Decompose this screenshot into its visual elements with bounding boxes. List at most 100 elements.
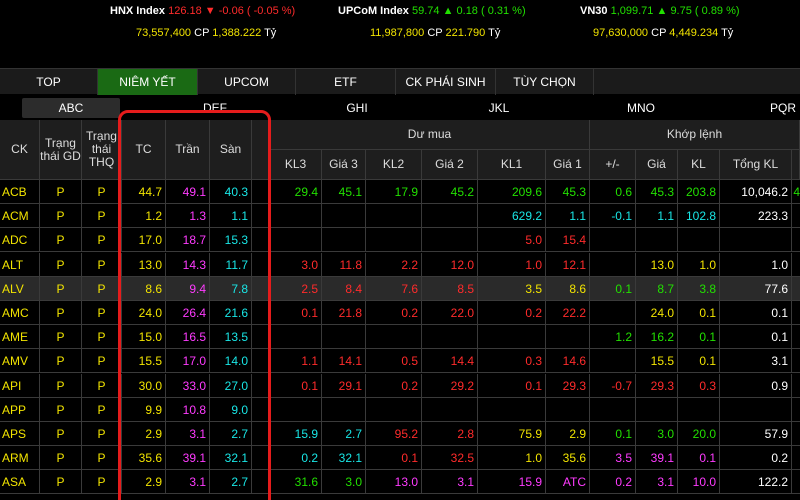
cell-kl1[interactable]: 629.2 [478, 204, 546, 229]
cell-ck[interactable]: APS [0, 422, 40, 446]
cell-ck[interactable]: ASA [0, 470, 40, 495]
cell-kl3[interactable]: 0.1 [270, 301, 322, 325]
cell-kl3[interactable] [270, 325, 322, 350]
cell-kl3[interactable]: 29.4 [270, 180, 322, 204]
cell-gia2[interactable]: 45.2 [422, 180, 478, 204]
cell-gia2[interactable]: 29.2 [422, 373, 478, 398]
tab-tuy-chon[interactable]: TÙY CHỌN [496, 69, 594, 95]
cell-kl2[interactable] [366, 325, 422, 350]
table-row[interactable]: AME P P 15.0 16.5 13.5 1.2 16.2 0.1 0.1 [0, 325, 800, 350]
cell-gia1[interactable]: 45.3 [546, 180, 590, 204]
cell-gia2[interactable]: 32.5 [422, 446, 478, 471]
cell-ck[interactable]: AMC [0, 301, 40, 325]
cell-kl1[interactable]: 3.5 [478, 276, 546, 301]
cell-kl3[interactable] [270, 228, 322, 253]
cell-kl3[interactable]: 31.6 [270, 470, 322, 495]
cell-gia3[interactable]: 14.1 [322, 349, 366, 374]
header-gia2[interactable]: Giá 2 [422, 150, 478, 180]
cell-kl3[interactable]: 0.1 [270, 373, 322, 398]
cell-gia1[interactable]: ATC [546, 470, 590, 495]
filter-mno[interactable]: MNO [596, 98, 686, 118]
cell-kl2[interactable]: 0.1 [366, 446, 422, 471]
cell-gia3[interactable]: 2.7 [322, 422, 366, 446]
tab-ck-phai-sinh[interactable]: CK PHÁI SINH [396, 69, 496, 95]
cell-kl1[interactable]: 1.0 [478, 446, 546, 471]
cell-kl1[interactable]: 0.2 [478, 301, 546, 325]
cell-kl2[interactable] [366, 204, 422, 229]
cell-gia3[interactable]: 45.1 [322, 180, 366, 204]
cell-kl1[interactable]: 15.9 [478, 470, 546, 495]
cell-kl2[interactable]: 2.2 [366, 252, 422, 277]
table-row[interactable]: APP P P 9.9 10.8 9.0 [0, 397, 800, 422]
header-gia[interactable]: Giá [636, 150, 678, 180]
cell-gia3[interactable]: 3.0 [322, 470, 366, 495]
cell-gia2[interactable]: 3.1 [422, 470, 478, 495]
cell-ck[interactable]: ALV [0, 276, 40, 301]
cell-ck[interactable]: ACB [0, 180, 40, 204]
table-row[interactable]: ADC P P 17.0 18.7 15.3 5.0 15.4 [0, 228, 800, 253]
filter-pqr[interactable]: PQR [738, 98, 800, 118]
cell-gia1[interactable]: 35.6 [546, 446, 590, 471]
cell-gia2[interactable] [422, 325, 478, 350]
cell-ck[interactable]: APP [0, 397, 40, 422]
header-kl1[interactable]: KL1 [478, 150, 546, 180]
cell-kl2[interactable] [366, 228, 422, 253]
table-row[interactable]: ACB P P 44.7 49.1 40.3 29.4 45.1 17.9 45.2 209.6 45… [0, 180, 800, 204]
cell-kl3[interactable]: 1.1 [270, 349, 322, 374]
cell-kl3[interactable]: 2.5 [270, 276, 322, 301]
header-change[interactable]: +/- [590, 150, 636, 180]
cell-gia3[interactable] [322, 397, 366, 422]
cell-kl2[interactable]: 17.9 [366, 180, 422, 204]
tab-etf[interactable]: ETF [296, 69, 396, 95]
cell-gia3[interactable]: 32.1 [322, 446, 366, 471]
cell-kl3[interactable]: 15.9 [270, 422, 322, 446]
cell-kl2[interactable]: 95.2 [366, 422, 422, 446]
cell-gia3[interactable]: 8.4 [322, 276, 366, 301]
index-hnx[interactable]: HNX Index 126.18 ▼ -0.06 ( -0.05 %) 73,5… [110, 5, 295, 39]
cell-gia1[interactable]: 2.9 [546, 422, 590, 446]
cell-gia3[interactable]: 21.8 [322, 301, 366, 325]
cell-gia2[interactable] [422, 397, 478, 422]
cell-kl3[interactable]: 3.0 [270, 252, 322, 277]
header-san[interactable]: Sàn [210, 120, 252, 180]
table-row[interactable]: AMC P P 24.0 26.4 21.6 0.1 21.8 0.2 22.0 0.2 22.2 24… [0, 301, 800, 325]
header-tong-kl[interactable]: Tổng KL [720, 150, 792, 180]
cell-kl2[interactable]: 7.6 [366, 276, 422, 301]
cell-gia3[interactable] [322, 325, 366, 350]
cell-gia2[interactable]: 8.5 [422, 276, 478, 301]
table-row[interactable]: ALT P P 13.0 14.3 11.7 3.0 11.8 2.2 12.0 1.0 12.1 13… [0, 252, 800, 277]
cell-gia1[interactable] [546, 325, 590, 350]
cell-kl1[interactable]: 5.0 [478, 228, 546, 253]
header-gia1[interactable]: Giá 1 [546, 150, 590, 180]
cell-ck[interactable]: AME [0, 325, 40, 350]
cell-kl2[interactable]: 0.5 [366, 349, 422, 374]
cell-kl3[interactable]: 0.2 [270, 446, 322, 471]
table-row[interactable]: ARM P P 35.6 39.1 32.1 0.2 32.1 0.1 32.5 1.0 35.6 3.… [0, 446, 800, 471]
cell-gia2[interactable]: 2.8 [422, 422, 478, 446]
cell-ck[interactable]: ADC [0, 228, 40, 253]
cell-kl1[interactable]: 0.1 [478, 373, 546, 398]
cell-kl2[interactable]: 13.0 [366, 470, 422, 495]
index-upcom[interactable]: UPCoM Index 59.74 ▲ 0.18 ( 0.31 %) 11,98… [338, 5, 526, 39]
table-row[interactable]: API P P 30.0 33.0 27.0 0.1 29.1 0.2 29.2 0.1 29.3 -0… [0, 373, 800, 398]
cell-gia1[interactable]: 29.3 [546, 373, 590, 398]
cell-gia2[interactable]: 12.0 [422, 252, 478, 277]
cell-gia3[interactable]: 29.1 [322, 373, 366, 398]
cell-gia2[interactable] [422, 204, 478, 229]
cell-gia2[interactable]: 22.0 [422, 301, 478, 325]
tab-niem-yet[interactable]: NIÊM YẾT [98, 69, 198, 95]
filter-jkl[interactable]: JKL [454, 98, 544, 118]
filter-abc[interactable]: ABC [22, 98, 120, 118]
table-row[interactable]: ASA P P 2.9 3.1 2.7 31.6 3.0 13.0 3.1 15.9 ATC 0.2 3.… [0, 470, 800, 495]
cell-gia1[interactable] [546, 397, 590, 422]
header-ck[interactable]: CK [0, 120, 40, 180]
cell-gia1[interactable]: 22.2 [546, 301, 590, 325]
header-kl[interactable]: KL [678, 150, 720, 180]
cell-gia1[interactable]: 12.1 [546, 252, 590, 277]
header-tc[interactable]: TC [122, 120, 166, 180]
cell-kl1[interactable]: 1.0 [478, 252, 546, 277]
cell-kl3[interactable] [270, 397, 322, 422]
cell-kl2[interactable]: 0.2 [366, 301, 422, 325]
cell-kl1[interactable] [478, 325, 546, 350]
table-row[interactable]: ALV P P 8.6 9.4 7.8 2.5 8.4 7.6 8.5 3.5 8.6 0.1 8.7 3.… [0, 276, 800, 301]
